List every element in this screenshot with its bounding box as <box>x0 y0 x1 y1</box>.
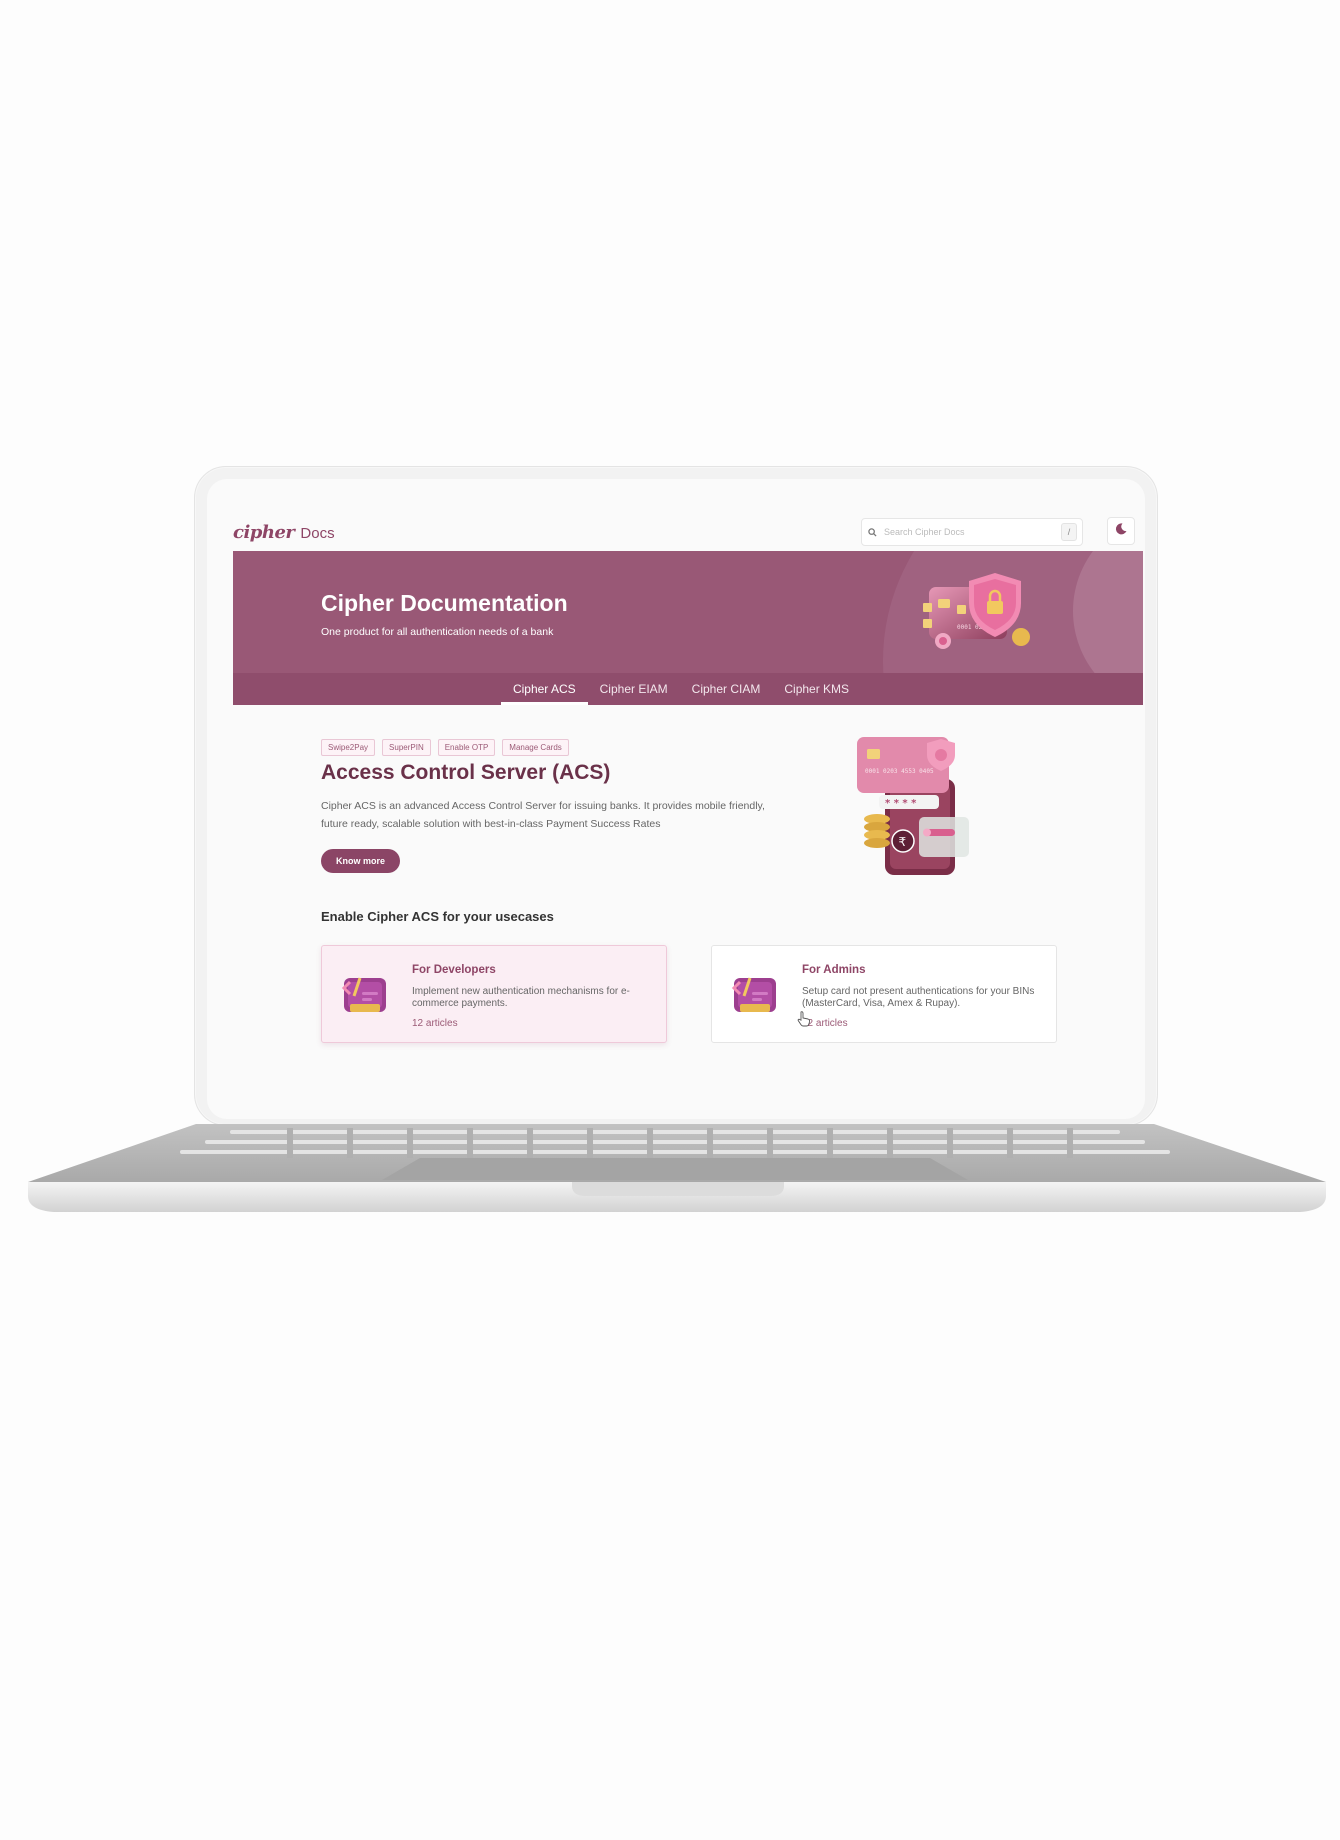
card-title: For Admins <box>802 964 866 976</box>
developer-code-card-icon <box>340 974 390 1023</box>
laptop-screen: cipher Docs / Cipher Documentation One p… <box>207 479 1145 1119</box>
page-subtitle: One product for all authentication needs… <box>321 626 554 638</box>
search-input[interactable] <box>882 526 1061 538</box>
product-title: Access Control Server (ACS) <box>321 761 611 784</box>
search-box[interactable]: / <box>861 518 1083 546</box>
product-tabs-list: Cipher ACS Cipher EIAM Cipher CIAM Ciphe… <box>500 673 861 705</box>
hero-banner: Cipher Documentation One product for all… <box>233 551 1143 705</box>
tab-cipher-kms[interactable]: Cipher KMS <box>772 673 861 705</box>
card-title: For Developers <box>412 964 496 976</box>
tag-enable-otp[interactable]: Enable OTP <box>437 739 496 756</box>
product-description: Cipher ACS is an advanced Access Control… <box>321 800 765 830</box>
know-more-button[interactable]: Know more <box>321 849 401 873</box>
phone-card-payment-illustration: 0001 0203 4553 0405 * * * * ₹ <box>855 731 985 886</box>
tab-cipher-ciam[interactable]: Cipher CIAM <box>680 673 773 705</box>
product-card-number: 0001 0203 4553 0405 <box>865 768 934 775</box>
card-description: Implement new authentication mechanisms … <box>412 986 630 1009</box>
moon-icon <box>1114 522 1128 541</box>
logo[interactable]: cipher Docs <box>233 522 335 543</box>
tag-superpin[interactable]: SuperPIN <box>382 739 431 756</box>
logo-docs-label: Docs <box>300 525 335 542</box>
usecase-card-developers[interactable]: For Developers Implement new authenticat… <box>321 945 667 1043</box>
page-title: Cipher Documentation <box>321 590 568 616</box>
credit-card-shield-illustration: 0001 0203 <box>921 569 1041 664</box>
svg-text:₹: ₹ <box>899 835 907 849</box>
tag-manage-cards[interactable]: Manage Cards <box>502 739 569 756</box>
product-tabs: Cipher ACS Cipher EIAM Cipher CIAM Ciphe… <box>233 673 1143 705</box>
feature-tags: Swipe2Pay SuperPIN Enable OTP Manage Car… <box>321 739 569 756</box>
search-icon <box>862 527 882 537</box>
tab-cipher-acs[interactable]: Cipher ACS <box>500 673 588 705</box>
usecases-heading: Enable Cipher ACS for your usecases <box>321 909 554 924</box>
admin-code-card-icon <box>730 974 780 1023</box>
pointer-cursor-icon <box>797 1011 811 1032</box>
theme-toggle-button[interactable] <box>1107 517 1135 545</box>
tag-swipe2pay[interactable]: Swipe2Pay <box>321 739 376 756</box>
tab-cipher-eiam[interactable]: Cipher EIAM <box>588 673 680 705</box>
search-shortcut-key: / <box>1061 523 1077 541</box>
laptop-lid: cipher Docs / Cipher Documentation One p… <box>194 466 1158 1126</box>
card-description: Setup card not present authentications f… <box>802 986 1035 1009</box>
pin-mask: * * * * <box>885 798 917 809</box>
logo-wordmark: cipher <box>233 522 295 543</box>
usecase-card-admins[interactable]: For Admins Setup card not present authen… <box>711 945 1057 1043</box>
card-article-count: 12 articles <box>412 1018 458 1029</box>
